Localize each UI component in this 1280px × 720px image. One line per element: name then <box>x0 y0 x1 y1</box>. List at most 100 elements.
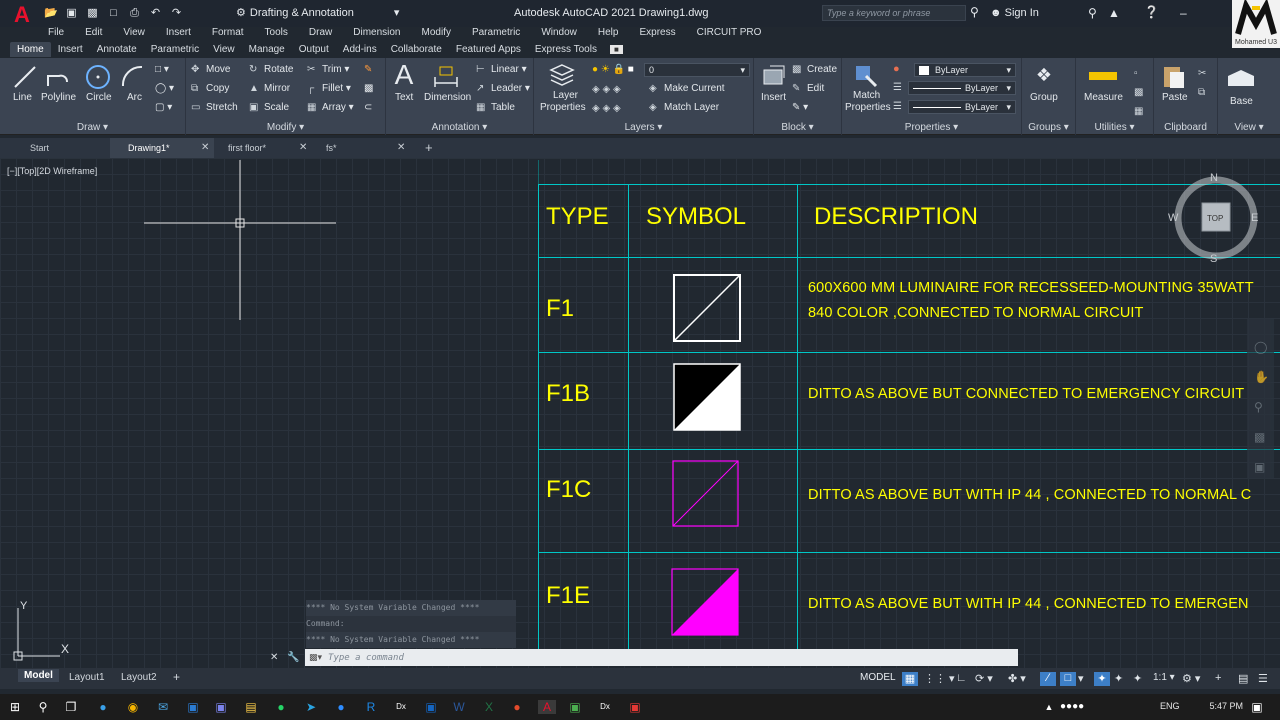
pdf-icon[interactable]: ● <box>510 700 524 714</box>
undo-icon[interactable]: ↶ <box>149 7 162 19</box>
tab-manage[interactable]: Manage <box>242 42 292 57</box>
block-panel-title[interactable]: Block ▾ <box>754 122 841 133</box>
viewcube-top-face[interactable]: TOP <box>1207 214 1223 223</box>
match-properties-label-1[interactable]: Match <box>853 90 880 101</box>
create-block-tool[interactable]: ▩ Create <box>792 64 837 75</box>
workspace-gear-icon[interactable]: ⚙ ▾ <box>1182 672 1200 685</box>
whatsapp-icon[interactable]: ● <box>274 700 288 714</box>
match-properties-icon[interactable] <box>852 62 880 90</box>
tab-view[interactable]: View <box>206 42 242 57</box>
linetype-dropdown[interactable]: ByLayer ▾ <box>908 100 1016 114</box>
view-panel-title[interactable]: View ▾ <box>1218 122 1280 133</box>
cart-icon[interactable]: ⚲ <box>1088 6 1097 20</box>
search-input[interactable]: Type a keyword or phrase <box>822 5 966 21</box>
web-save-icon[interactable]: □ <box>107 7 120 19</box>
compass-east[interactable]: E <box>1251 212 1258 224</box>
close-tab-fs-icon[interactable]: ✕ <box>397 138 405 158</box>
compass-south[interactable]: S <box>1210 253 1217 265</box>
minimize-icon[interactable]: – <box>1180 6 1187 20</box>
line-tool[interactable]: Line <box>13 92 32 103</box>
autocad-logo[interactable]: A <box>10 3 34 27</box>
tab-home[interactable]: Home <box>10 42 51 57</box>
help-icon[interactable]: ❔ <box>1144 5 1159 19</box>
redo-icon[interactable]: ↷ <box>170 7 183 19</box>
tab-start[interactable]: Start <box>0 138 110 158</box>
draw-panel-title[interactable]: Draw ▾ <box>0 122 185 133</box>
customize-status-icon[interactable]: ☰ <box>1258 672 1268 685</box>
insert-block-icon[interactable] <box>760 62 788 90</box>
model-space-button[interactable]: MODEL <box>860 672 896 683</box>
erase-icon[interactable]: ✎ <box>364 64 372 75</box>
ribbon-toggle-icon[interactable]: ■ <box>609 45 623 54</box>
layer-properties-label-1[interactable]: Layer <box>553 90 578 101</box>
layer-dropdown[interactable]: 0 ▾ <box>644 63 750 77</box>
group-tool[interactable]: Group <box>1030 92 1058 103</box>
ortho-icon[interactable]: ∟ <box>956 672 967 684</box>
menu-tools[interactable]: Tools <box>265 27 288 41</box>
navbar-icons[interactable]: ◯ ✋ ⚲ ▩ ▣ <box>1254 332 1274 482</box>
annotation-visibility-icon[interactable]: ✦ <box>1094 672 1110 686</box>
group-icon[interactable]: ❖ <box>1030 61 1058 89</box>
tab-insert[interactable]: Insert <box>51 42 90 57</box>
match-layer-tool[interactable]: ◈ Match Layer <box>649 102 719 113</box>
layer-tools-icons-2[interactable]: ◈ ◈ ◈ <box>592 103 621 114</box>
command-prompt-icon[interactable]: ▩▾ <box>309 652 322 663</box>
modify-panel-title[interactable]: Modify ▾ <box>186 122 385 133</box>
menu-draw[interactable]: Draw <box>309 27 332 41</box>
scale-tool[interactable]: ▣ Scale <box>249 102 289 113</box>
table-tool[interactable]: ▦ Table <box>476 102 515 113</box>
isodraft-icon[interactable]: ✤ ▾ <box>1008 672 1026 685</box>
text-icon[interactable]: A <box>390 61 418 89</box>
measure-icon[interactable] <box>1088 66 1118 86</box>
menu-edit[interactable]: Edit <box>85 27 102 41</box>
tab-featured-apps[interactable]: Featured Apps <box>449 42 528 57</box>
open-folder-icon[interactable]: 📂 <box>44 7 58 19</box>
layer-state-icons[interactable]: ● ☀ 🔒 ■ <box>592 64 634 75</box>
menu-express[interactable]: Express <box>639 27 675 41</box>
circle-tool[interactable]: Circle <box>86 92 112 103</box>
layer-tools-icons-1[interactable]: ◈ ◈ ◈ <box>592 84 621 95</box>
arc-tool[interactable]: Arc <box>127 92 142 103</box>
measure-tool[interactable]: Measure <box>1084 92 1123 103</box>
leader-tool[interactable]: ↗ Leader ▾ <box>476 83 530 94</box>
outlook-icon[interactable]: ▣ <box>186 700 200 714</box>
annotation-panel-title[interactable]: Annotation ▾ <box>386 122 533 133</box>
lineweight-icon[interactable]: ☰ <box>893 82 902 93</box>
base-tool[interactable]: Base <box>1230 96 1253 107</box>
save-as-icon[interactable]: ▩ <box>86 7 99 19</box>
compass-west[interactable]: W <box>1168 212 1178 224</box>
dimension-tool[interactable]: Dimension <box>424 92 471 103</box>
layer-properties-icon[interactable] <box>548 62 576 90</box>
layout-tab-layout2[interactable]: Layout2 <box>121 672 157 683</box>
base-view-icon[interactable] <box>1226 66 1256 88</box>
lineweight-dropdown[interactable]: ByLayer ▾ <box>908 81 1016 95</box>
edit-block-tool[interactable]: ✎ Edit <box>792 83 824 94</box>
new-tab-icon[interactable]: + <box>425 138 433 158</box>
insert-tool[interactable]: Insert <box>761 92 786 103</box>
command-input[interactable]: Type a command <box>328 653 404 663</box>
viewport-controls[interactable]: [−][Top][2D Wireframe] <box>7 166 97 176</box>
color-wheel-icon[interactable]: ● <box>893 63 900 75</box>
trim-tool[interactable]: ✂ Trim ▾ <box>307 64 349 75</box>
tab-drawing1[interactable]: Drawing1* <box>110 138 214 158</box>
layers-panel-title[interactable]: Layers ▾ <box>534 122 753 133</box>
menu-modify[interactable]: Modify <box>422 27 451 41</box>
polyline-icon[interactable] <box>45 64 71 90</box>
tab-annotate[interactable]: Annotate <box>90 42 144 57</box>
layout-tab-layout1[interactable]: Layout1 <box>69 672 105 683</box>
arc-icon[interactable] <box>120 64 146 90</box>
stretch-tool[interactable]: ▭ Stretch <box>191 102 238 113</box>
autocad-taskbar-icon[interactable]: A <box>538 700 556 714</box>
properties-panel-title[interactable]: Properties ▾ <box>842 122 1021 133</box>
match-properties-label-2[interactable]: Properties <box>845 102 891 113</box>
copy-tool[interactable]: ⧉ Copy <box>191 83 229 94</box>
annotation-scale-value[interactable]: 1:1 ▾ <box>1153 672 1175 683</box>
linear-tool[interactable]: ⊢ Linear ▾ <box>476 64 527 75</box>
app-icon[interactable]: ▣ <box>424 700 438 714</box>
add-layout-icon[interactable]: + <box>173 670 180 684</box>
revit-icon[interactable]: R <box>364 700 378 714</box>
hatch-icon[interactable]: ◯ ▾ <box>155 83 174 94</box>
cut-copy-icons[interactable]: ✂ ⧉ <box>1198 64 1206 102</box>
offset-icon[interactable]: ⊂ <box>364 102 372 113</box>
snap-icon[interactable]: ⋮⋮ ▾ <box>924 672 955 685</box>
